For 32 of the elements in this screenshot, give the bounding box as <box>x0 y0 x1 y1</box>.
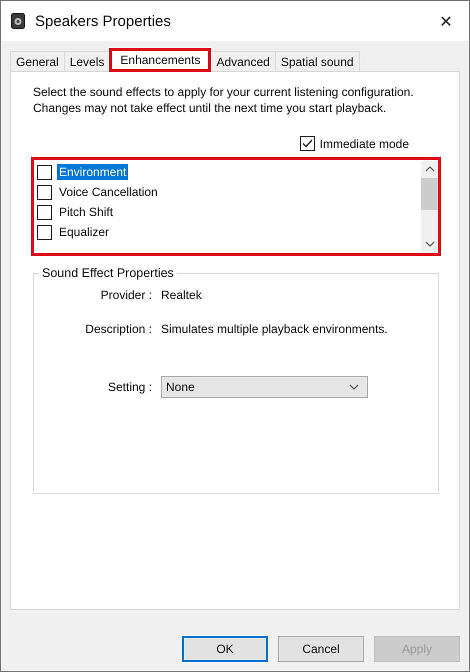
group-title: Sound Effect Properties <box>41 266 175 280</box>
field-label: Provider : <box>100 288 152 302</box>
field-label: Description : <box>84 322 152 336</box>
field-value: Realtek <box>161 288 202 302</box>
scrollbar[interactable] <box>421 160 438 253</box>
checkmark-icon <box>302 139 313 148</box>
window-title: Speakers Properties <box>35 12 172 30</box>
scroll-down-icon[interactable] <box>424 241 434 247</box>
close-button[interactable]: ✕ <box>423 1 469 41</box>
checkbox[interactable] <box>37 204 52 220</box>
scroll-thumb[interactable] <box>421 178 438 210</box>
list-item[interactable]: Equalizer <box>57 224 112 240</box>
field-label: Setting : <box>106 380 152 394</box>
scroll-up-icon[interactable] <box>424 166 434 172</box>
field-value: Simulates multiple playback environments. <box>161 322 388 336</box>
list-item[interactable]: Pitch Shift <box>57 204 116 220</box>
checkbox[interactable] <box>37 184 52 200</box>
dialog-button[interactable]: OK <box>182 636 268 662</box>
dialog-button[interactable]: Cancel <box>278 636 364 662</box>
checkbox[interactable] <box>37 164 52 180</box>
instructions-text: Select the sound effects to apply for your current listening configuration. Changes may not take effect until the next time you start playback. <box>33 84 415 116</box>
speaker-icon <box>11 13 25 29</box>
checkbox[interactable] <box>300 136 315 151</box>
tab[interactable]: Enhancements <box>109 48 212 72</box>
setting-dropdown[interactable]: None <box>161 376 368 398</box>
checkbox-label: Immediate mode <box>320 136 409 150</box>
tab[interactable]: General <box>10 51 65 71</box>
list-item[interactable]: Environment <box>57 164 128 180</box>
list-item[interactable]: Voice Cancellation <box>57 184 160 200</box>
tab[interactable]: Spatial sound <box>274 51 360 71</box>
chevron-down-icon <box>349 384 359 390</box>
checkbox[interactable] <box>37 224 52 240</box>
